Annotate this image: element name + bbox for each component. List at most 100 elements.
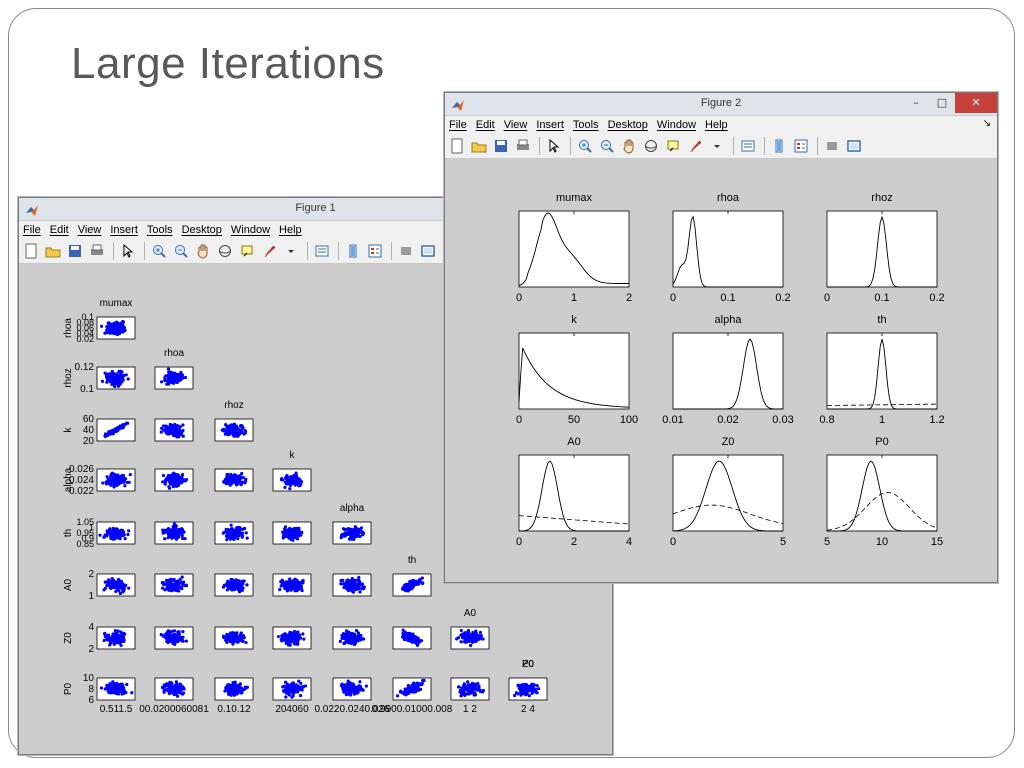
scatter-point [103,534,108,538]
scatter-point [358,680,362,684]
dropdown-arrow-icon[interactable] [283,243,299,259]
dock-icon[interactable] [846,138,862,154]
open-folder-icon[interactable] [471,138,487,154]
row-tick-label: 40 [83,425,95,436]
rotate-3d-icon[interactable] [217,243,233,259]
dock-icon[interactable] [420,243,436,259]
scatter-point [296,684,300,688]
maximize-button[interactable]: □ [929,93,955,113]
pointer-icon[interactable] [546,138,562,154]
zoom-in-icon[interactable] [151,243,167,259]
density-panel-k: k 0 50 100 [516,314,638,426]
print-icon[interactable] [89,243,105,259]
open-folder-icon[interactable] [45,243,61,259]
menu-view[interactable]: View [78,224,102,236]
zoom-out-icon[interactable] [599,138,615,154]
scatter-point [240,588,244,593]
print-icon[interactable] [515,138,531,154]
scatter-point [112,683,116,687]
toolbar-separator [338,242,339,260]
pointer-icon[interactable] [120,243,136,259]
hide-tools-icon[interactable] [824,138,840,154]
density-panel-alpha: alpha 0.01 0.02 0.03 [662,314,793,426]
menu-help[interactable]: Help [705,119,728,131]
minimize-button[interactable]: – [903,93,929,113]
save-icon[interactable] [67,243,83,259]
dropdown-arrow-icon[interactable] [709,138,725,154]
zoom-out-icon[interactable] [173,243,189,259]
scatter-point [238,682,243,686]
scatter-panel [508,677,548,701]
new-file-icon[interactable] [449,138,465,154]
scatter-point [226,688,230,692]
scatter-point [343,688,348,692]
figure-2-titlebar[interactable]: Figure 2 – □ ✕ [445,93,997,116]
menu-insert[interactable]: Insert [110,224,138,236]
link-plot-icon[interactable] [740,138,756,154]
toolbar-separator [144,242,145,260]
scatter-point [174,588,179,592]
scatter-point [460,636,465,640]
scatter-point [477,688,481,692]
colorbar-icon[interactable] [345,243,361,259]
zoom-in-icon[interactable] [577,138,593,154]
legend-icon[interactable] [793,138,809,154]
scatter-point [116,384,121,388]
menu-help[interactable]: Help [279,224,302,236]
scatter-point [279,580,283,584]
density-panel-th: th 0.8 1 1.2 [819,314,944,426]
scatter-point [290,581,294,585]
scatter-point [177,428,181,432]
brush-icon[interactable] [261,243,277,259]
close-button[interactable]: ✕ [955,93,997,113]
row-tick-label: 0.022 [69,486,94,497]
menu-desktop[interactable]: Desktop [182,224,222,236]
menu-file[interactable]: File [449,119,467,131]
scatter-point [296,529,300,533]
menu-tools[interactable]: Tools [573,119,599,131]
scatter-point [166,682,170,686]
scatter-point [408,632,412,637]
scatter-point [232,422,236,426]
scatter-point [165,378,169,383]
colorbar-icon[interactable] [771,138,787,154]
scatter-panel [96,677,136,701]
scatter-panel [392,677,432,701]
scatter-point [163,537,167,541]
density-title: P0 [875,436,888,448]
figure-2-window[interactable]: Figure 2 – □ ✕ File Edit View Insert Tools De… [444,92,998,583]
scatter-point [357,575,361,580]
brush-icon[interactable] [687,138,703,154]
scatter-point [283,527,287,531]
scatter-point [127,586,131,590]
scatter-panel [332,573,372,597]
menu-file[interactable]: File [23,224,41,236]
pan-hand-icon[interactable] [621,138,637,154]
scatter-point [513,693,517,698]
new-file-icon[interactable] [23,243,39,259]
row-tick-label: 6 [88,695,94,706]
save-icon[interactable] [493,138,509,154]
scatter-point [297,679,301,683]
data-cursor-icon[interactable] [665,138,681,154]
menu-tools[interactable]: Tools [147,224,173,236]
menu-insert[interactable]: Insert [536,119,564,131]
row-tick-label: 2 [88,569,94,580]
menu-desktop[interactable]: Desktop [608,119,648,131]
scatter-point [290,476,294,480]
rotate-3d-icon[interactable] [643,138,659,154]
pan-hand-icon[interactable] [195,243,211,259]
legend-icon[interactable] [367,243,383,259]
menu-edit[interactable]: Edit [476,119,495,131]
menu-edit[interactable]: Edit [50,224,69,236]
menu-overflow-icon[interactable]: ↘ [983,118,991,129]
data-cursor-icon[interactable] [239,243,255,259]
scatter-panel [272,521,312,545]
hide-tools-icon[interactable] [398,243,414,259]
density-tick-label: 15 [931,536,943,548]
menu-window[interactable]: Window [231,224,270,236]
menu-window[interactable]: Window [657,119,696,131]
link-plot-icon[interactable] [314,243,330,259]
menu-view[interactable]: View [504,119,528,131]
scatter-point [342,585,346,590]
